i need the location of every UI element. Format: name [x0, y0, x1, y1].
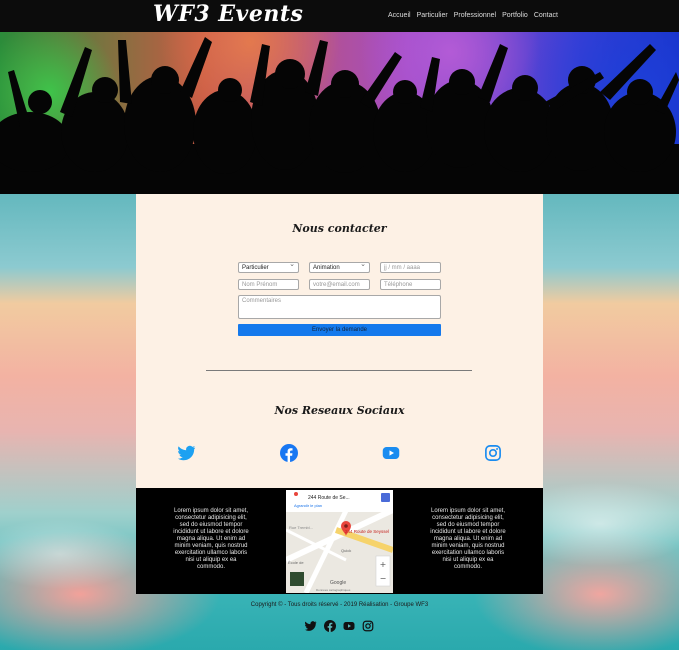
type-select[interactable]: Particulier: [238, 262, 299, 273]
footer-info: Lorem ipsum dolor sit amet, consectetur …: [136, 488, 543, 594]
nav-professionnel[interactable]: Professionnel: [454, 12, 496, 19]
map-address: 244 Route de Se...: [308, 495, 350, 501]
brand-logo[interactable]: WF3 Events: [153, 1, 303, 27]
date-input[interactable]: jj / mm / aaaa: [380, 262, 441, 273]
google-map[interactable]: + − 244 Route de Se... Agrandir le plan …: [286, 490, 393, 593]
nav-portfolio[interactable]: Portfolio: [502, 12, 528, 19]
map-pin-label: 244 Route de Seyssel: [345, 529, 390, 534]
facebook-icon[interactable]: [324, 620, 336, 632]
map-street-label: Rue Trembl...: [289, 525, 314, 530]
event-select[interactable]: Animation: [309, 262, 370, 273]
copyright-text: Copyright © - Tous droits réservé - 2019…: [250, 602, 429, 608]
nav-accueil[interactable]: Accueil: [388, 12, 411, 19]
nav-particulier[interactable]: Particulier: [417, 12, 448, 19]
crowd-silhouette: [0, 37, 679, 194]
lorem-left: Lorem ipsum dolor sit amet, consectetur …: [173, 508, 249, 570]
instagram-icon[interactable]: [484, 444, 502, 462]
twitter-icon[interactable]: [178, 444, 196, 462]
map-school-label: École de: [288, 560, 304, 565]
svg-text:+: +: [380, 560, 387, 569]
svg-text:−: −: [380, 574, 387, 583]
hero-banner: [0, 32, 679, 194]
map-place-label: Quick: [341, 548, 352, 553]
map-attribution: Données cartographiques: [316, 588, 351, 592]
comments-textarea[interactable]: Commentaires: [238, 295, 441, 319]
instagram-icon[interactable]: [362, 620, 374, 632]
name-input[interactable]: Nom Prénom: [238, 279, 299, 290]
top-navbar: WF3 Events Accueil Particulier Professio…: [0, 0, 679, 32]
nav-contact[interactable]: Contact: [534, 12, 558, 19]
google-logo: Google: [330, 580, 347, 586]
twitter-icon[interactable]: [305, 620, 317, 632]
lorem-right: Lorem ipsum dolor sit amet, consectetur …: [430, 508, 506, 570]
phone-input[interactable]: Téléphone: [380, 279, 441, 290]
contact-title: Nous contacter: [292, 222, 387, 235]
map-directions-link[interactable]: Agrandir le plan: [294, 503, 322, 508]
social-title: Nos Reseaux Sociaux: [274, 404, 405, 417]
submit-button[interactable]: Envoyer la demande: [238, 324, 441, 336]
youtube-icon[interactable]: [382, 444, 400, 462]
email-input[interactable]: votre@email.com: [309, 279, 370, 290]
section-divider: [206, 370, 472, 371]
youtube-icon[interactable]: [343, 620, 355, 632]
contact-section: Nous contacter Particulier Animation jj …: [136, 194, 543, 488]
facebook-icon[interactable]: [280, 444, 298, 462]
main-nav: Accueil Particulier Professionnel Portfo…: [388, 12, 558, 19]
